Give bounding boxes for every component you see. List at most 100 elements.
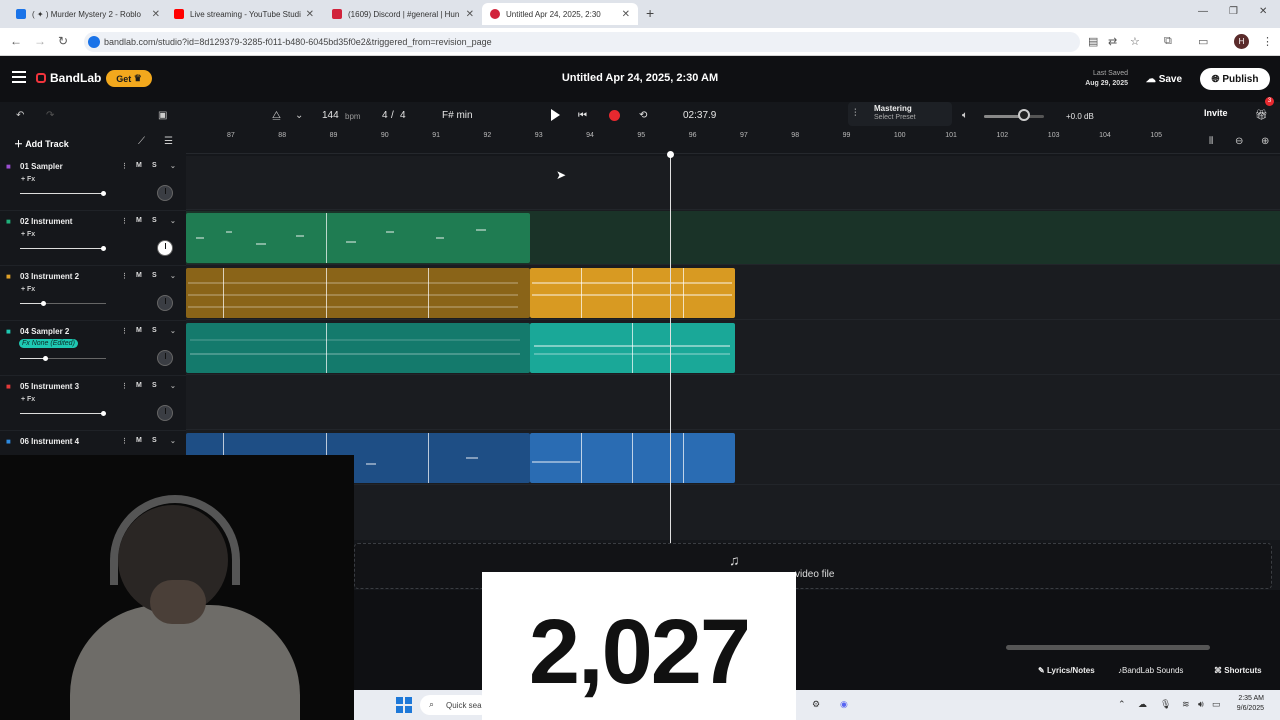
track-volume-knob[interactable] [101,246,107,251]
chevron-down-icon[interactable]: ⌄ [170,272,176,280]
lane-instrument-2[interactable] [186,266,1280,320]
horizontal-scrollbar[interactable] [1006,645,1210,650]
metronome-icon[interactable]: ⧋ [272,110,281,121]
mute-button[interactable]: M [136,327,142,334]
discord-icon[interactable]: ◉ [840,699,848,710]
mute-button[interactable]: M [136,272,142,279]
microphone-icon[interactable]: 🎙︎ [1160,699,1171,710]
bandlab-sounds-button[interactable]: ♪BandLab Sounds [1118,666,1183,675]
timeline-ruler[interactable]: 87 88 89 90 91 92 93 94 95 96 97 98 99 100 101 102 103 10… [186,130,1280,154]
windows-start-icon[interactable] [396,697,412,713]
browser-tab-youtube[interactable]: Live streaming - YouTube Studi ✕ [166,3,322,25]
track-volume-knob[interactable] [42,356,48,361]
window-close-icon[interactable]: ✕ [1259,6,1267,17]
mute-button[interactable]: M [136,162,142,169]
track-fx-button[interactable]: + Fx [21,286,35,293]
master-volume-slider[interactable] [984,115,1044,118]
undo-icon[interactable]: ↶ [16,110,24,121]
invite-button[interactable]: Invite [1204,108,1228,118]
mastering-selector[interactable]: ⫶ Mastering Select Preset [848,102,952,126]
solo-button[interactable]: S [152,437,157,444]
key-selector[interactable]: F# min [442,110,473,121]
publish-button[interactable]: 🌐︎ Publish [1200,68,1270,90]
new-tab-icon[interactable]: + [646,5,654,21]
track-settings-icon[interactable]: ☰ [164,136,173,147]
track-options-icon[interactable]: ⋮ [121,217,128,225]
playhead[interactable] [670,154,671,574]
mute-button[interactable]: M [136,382,142,389]
tab-close-icon[interactable]: ✕ [622,9,630,20]
solo-button[interactable]: S [152,217,157,224]
solo-button[interactable]: S [152,272,157,279]
clip[interactable] [186,213,530,263]
reader-icon[interactable]: ▤ [1088,35,1098,48]
tab-close-icon[interactable]: ✕ [466,9,474,20]
clip[interactable] [186,323,530,373]
track-options-icon[interactable]: ⋮ [121,162,128,170]
track-header[interactable]: ■ 02 Instrument + Fx ⋮ M S ⌄ [0,211,186,266]
skip-back-icon[interactable]: ⏮︎ [578,110,587,121]
zoom-in-icon[interactable]: ⊕ [1261,136,1269,147]
gift-icon[interactable]: 🎁︎ [1255,110,1268,121]
zoom-out-icon[interactable]: ⊖ [1235,136,1243,147]
project-title[interactable]: Untitled Apr 24, 2025, 2:30 AM [500,72,780,84]
save-button[interactable]: ☁ Save [1136,69,1192,89]
track-pan-knob[interactable] [157,185,173,201]
track-fx-button[interactable]: + Fx [21,176,35,183]
volume-icon[interactable]: 🔊︎ [1198,699,1204,710]
mixer-icon[interactable]: ▣ [158,110,167,121]
chevron-down-icon[interactable]: ⌄ [170,327,176,335]
battery-icon[interactable]: ▭ [1212,699,1221,710]
track-volume-slider[interactable] [20,246,107,251]
mute-button[interactable]: M [136,217,142,224]
clip-selected[interactable] [530,268,735,318]
track-name[interactable]: 04 Sampler 2 [20,327,69,336]
solo-button[interactable]: S [152,382,157,389]
browser-tab-discord[interactable]: (1609) Discord | #general | Hun ✕ [324,3,482,25]
track-options-icon[interactable]: ⋮ [121,327,128,335]
add-track-button[interactable]: ＋ Add Track [14,137,69,150]
profile-avatar[interactable]: H [1234,34,1249,49]
track-volume-knob[interactable] [101,411,107,416]
lane-instrument[interactable] [186,211,1280,265]
tab-close-icon[interactable]: ✕ [306,9,314,20]
extensions-icon[interactable]: ⧉ [1164,35,1172,48]
track-header[interactable]: ■ 04 Sampler 2 Fx None (Edited) ⋮ M S ⌄ [0,321,186,376]
track-volume-knob[interactable] [41,301,47,306]
reload-icon[interactable]: ↻ [58,34,68,48]
lane-instrument-3[interactable] [186,376,1280,430]
track-name[interactable]: 06 Instrument 4 [20,437,79,446]
track-fx-button[interactable]: + Fx [21,231,35,238]
track-volume-slider[interactable] [20,191,107,196]
track-pan-knob[interactable] [157,405,173,421]
onedrive-icon[interactable]: ☁ [1138,699,1147,710]
track-name[interactable]: 01 Sampler [20,162,63,171]
track-pan-knob[interactable] [157,350,173,366]
browser-tab-bandlab[interactable]: Untitled Apr 24, 2025, 2:30 ✕ [482,3,638,25]
track-fx-button[interactable]: + Fx [21,396,35,403]
time-signature-denominator[interactable]: 4 [400,110,406,121]
mute-button[interactable]: M [136,437,142,444]
record-button[interactable] [609,110,620,121]
clip-selected[interactable] [530,433,735,483]
restore-icon[interactable]: ❐ [1229,6,1238,17]
speaker-icon[interactable]: 🔈︎ [962,110,968,121]
menu-icon[interactable] [12,71,26,83]
get-membership-button[interactable]: Get ♛ [106,70,152,87]
automation-icon[interactable]: ⟋ [138,136,145,147]
track-options-icon[interactable]: ⋮ [121,382,128,390]
lyrics-notes-button[interactable]: ✎ Lyrics/Notes [1038,666,1095,675]
clip-selected[interactable] [530,323,735,373]
track-volume-slider[interactable] [20,411,107,416]
lane-sampler[interactable] [186,156,1280,210]
tray-chevron-icon[interactable]: ⌃ [1118,699,1126,710]
chevron-down-icon[interactable]: ⌄ [170,437,176,445]
track-volume-slider[interactable] [20,301,106,306]
taskbar-clock[interactable]: 2:35 AM 9/6/2025 [1224,694,1264,714]
cast-icon[interactable]: ⇄ [1108,35,1117,48]
clip[interactable] [186,268,530,318]
loop-icon[interactable]: ⟲ [639,110,647,121]
lane-sampler-2[interactable] [186,321,1280,375]
time-signature-numerator[interactable]: 4 [382,110,388,121]
track-header[interactable]: ■ 01 Sampler + Fx ⋮ M S ⌄ [0,156,186,211]
